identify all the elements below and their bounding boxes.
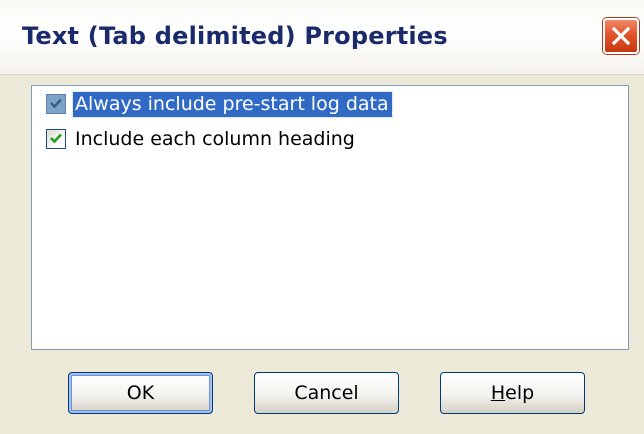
- list-item-pre-start-log[interactable]: Always include pre-start log data: [46, 90, 393, 118]
- window-title: Text (Tab delimited) Properties: [22, 22, 448, 50]
- checkmark-icon: [49, 130, 63, 149]
- pre-start-log-label: Always include pre-start log data: [72, 90, 393, 118]
- title-bar[interactable]: Text (Tab delimited) Properties: [0, 0, 644, 75]
- options-listbox[interactable]: Always include pre-start log data Includ…: [31, 85, 629, 350]
- column-heading-label: Include each column heading: [75, 127, 355, 150]
- help-mnemonic: H: [490, 382, 506, 404]
- list-item-column-heading[interactable]: Include each column heading: [46, 125, 358, 153]
- help-label-rest: elp: [505, 382, 535, 404]
- ok-button[interactable]: OK: [68, 372, 213, 414]
- help-button[interactable]: Help: [440, 372, 585, 414]
- close-button[interactable]: [603, 18, 639, 54]
- pre-start-log-checkbox[interactable]: [46, 94, 66, 114]
- dialog-window: Text (Tab delimited) Properties Always i…: [0, 0, 644, 434]
- checkmark-icon: [49, 95, 63, 114]
- cancel-button[interactable]: Cancel: [254, 372, 399, 414]
- column-heading-checkbox[interactable]: [46, 129, 66, 149]
